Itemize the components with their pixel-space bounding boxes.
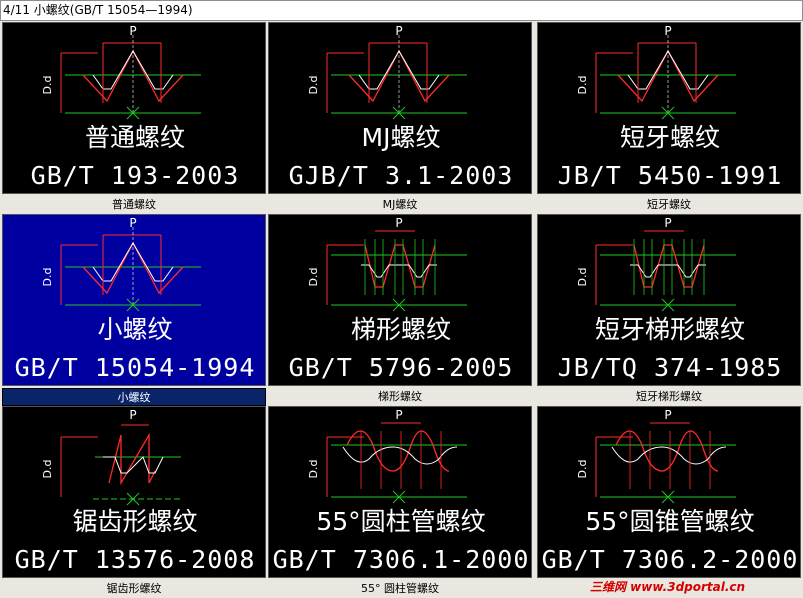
standard-code: GB/T 13576-2008	[14, 545, 256, 574]
thumbnail-caption[interactable]: 小螺纹	[2, 388, 266, 406]
diameter-label: D.d	[41, 76, 54, 95]
standard-code: JB/TQ 374-1985	[557, 353, 783, 382]
diameter-label: D.d	[576, 268, 589, 287]
thread-profile-drawing: P D.d	[41, 408, 183, 506]
pitch-label: P	[395, 408, 402, 422]
thumbnail-caption[interactable]: 55° 圆柱管螺纹	[268, 580, 532, 598]
thread-profile-drawing: P D.d	[41, 216, 201, 312]
thread-profile-drawing: P D.d	[307, 24, 467, 120]
thread-profile-drawing: P D.d	[41, 24, 201, 120]
diameter-label: D.d	[307, 268, 320, 287]
thread-thumbnail[interactable]: P D.d MJ螺纹 GJB/T 3.1-2003	[268, 22, 532, 194]
thread-name: 锯齿形螺纹	[72, 507, 198, 536]
pitch-label: P	[664, 216, 671, 230]
thumbnail-caption[interactable]: 梯形螺纹	[268, 388, 532, 406]
diameter-label: D.d	[307, 76, 320, 95]
thumbnail-caption[interactable]: MJ螺纹	[268, 196, 532, 214]
pitch-label: P	[129, 408, 136, 422]
standard-code: GJB/T 3.1-2003	[288, 161, 514, 190]
standard-code: GB/T 5796-2005	[288, 353, 514, 382]
watermark-text: 三维网 www.3dportal.cn	[586, 578, 750, 596]
thread-profile-drawing: P D.d	[307, 408, 467, 504]
standard-code: JB/T 5450-1991	[557, 161, 783, 190]
thread-profile-drawing: P D.d	[576, 408, 736, 504]
thumbnail-caption[interactable]: 短牙梯形螺纹	[537, 388, 801, 406]
diameter-label: D.d	[41, 460, 54, 479]
slide-browser-window: 4/11 小螺纹(GB/T 15054—1994) P D.d 普通螺纹 GB/T 1…	[0, 0, 803, 598]
pitch-label: P	[395, 24, 402, 38]
diameter-label: D.d	[576, 76, 589, 95]
thread-profile	[364, 244, 436, 288]
thread-thumbnail[interactable]: P D.d 55°圆锥管螺纹 GB/T 7306.2-2000	[537, 406, 801, 578]
thread-profile-drawing: P D.d	[576, 24, 736, 120]
thread-thumbnail[interactable]: P D.d 锯齿形螺纹 GB/T 13576-2008	[2, 406, 266, 578]
diameter-label: D.d	[576, 460, 589, 479]
thread-thumbnail[interactable]: P D.d 55°圆柱管螺纹 GB/T 7306.1-2000	[268, 406, 532, 578]
pitch-label: P	[664, 408, 671, 422]
pitch-label: P	[129, 216, 136, 230]
thread-profile-drawing: P D.d	[307, 216, 467, 312]
thread-thumbnail[interactable]: P D.d 短牙梯形螺纹 JB/TQ 374-1985	[537, 214, 801, 386]
thread-name: MJ螺纹	[361, 123, 441, 152]
thread-name: 55°圆锥管螺纹	[585, 507, 755, 536]
thread-profile	[633, 244, 705, 288]
thumbnail-caption[interactable]: 短牙螺纹	[537, 196, 801, 214]
window-title: 4/11 小螺纹(GB/T 15054—1994)	[0, 0, 803, 21]
thread-thumbnail[interactable]: P D.d 梯形螺纹 GB/T 5796-2005	[268, 214, 532, 386]
thread-thumbnail[interactable]: P D.d 普通螺纹 GB/T 193-2003	[2, 22, 266, 194]
thread-profile-drawing: P D.d	[576, 216, 736, 312]
thread-thumbnail[interactable]: P D.d 小螺纹 GB/T 15054-1994	[2, 214, 266, 386]
pitch-label: P	[129, 24, 136, 38]
thread-name: 梯形螺纹	[350, 315, 451, 344]
thread-name: 普通螺纹	[84, 123, 185, 152]
thread-name: 短牙螺纹	[619, 123, 720, 152]
diameter-label: D.d	[307, 460, 320, 479]
thread-name: 小螺纹	[97, 315, 173, 344]
standard-code: GB/T 7306.1-2000	[272, 545, 530, 574]
thread-name: 55°圆柱管螺纹	[316, 507, 486, 536]
pitch-label: P	[664, 24, 671, 38]
thread-thumbnail[interactable]: P D.d 短牙螺纹 JB/T 5450-1991	[537, 22, 801, 194]
standard-code: GB/T 7306.2-2000	[541, 545, 799, 574]
thumbnail-caption[interactable]: 锯齿形螺纹	[2, 580, 266, 598]
standard-code: GB/T 193-2003	[30, 161, 240, 190]
thread-name: 短牙梯形螺纹	[594, 315, 745, 344]
thumbnail-caption[interactable]: 普通螺纹	[2, 196, 266, 214]
pitch-label: P	[395, 216, 402, 230]
diameter-label: D.d	[41, 268, 54, 287]
standard-code: GB/T 15054-1994	[14, 353, 256, 382]
